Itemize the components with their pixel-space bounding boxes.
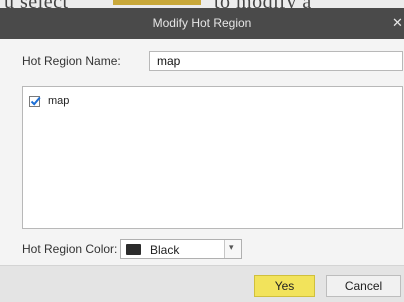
dialog-footer: Yes Cancel [0,265,404,302]
hot-region-color-label: Hot Region Color: [22,242,118,256]
color-dropdown-button[interactable]: ▾ [224,240,241,258]
background-highlight [113,0,201,5]
modify-hot-region-dialog: Modify Hot Region ✕ Hot Region Name: map… [0,8,404,302]
color-select-value: Black [150,243,180,257]
list-item-label: map [48,95,70,107]
dialog-titlebar[interactable]: Modify Hot Region ✕ [0,8,404,39]
dialog-title: Modify Hot Region [152,16,252,30]
color-swatch [126,244,141,255]
close-icon[interactable]: ✕ [392,16,404,30]
cancel-button[interactable]: Cancel [326,275,401,297]
list-item[interactable]: map [29,93,69,109]
hot-region-name-input[interactable] [149,51,403,71]
chevron-down-icon: ▾ [229,242,234,252]
hot-region-list[interactable]: map [22,86,403,229]
hot-region-color-select[interactable]: Black ▾ [120,239,242,259]
yes-button[interactable]: Yes [254,275,315,297]
hot-region-name-label: Hot Region Name: [22,54,121,68]
list-item-checkbox[interactable] [29,95,41,107]
checkmark-icon [30,96,41,106]
